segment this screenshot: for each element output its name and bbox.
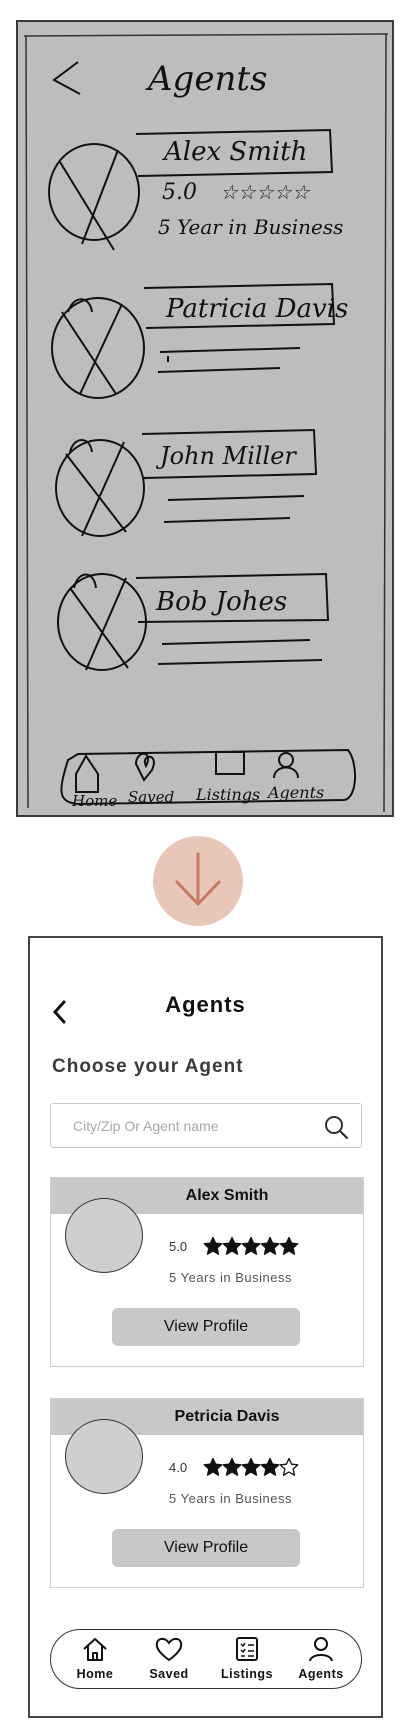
star-filled-icon <box>261 1457 280 1476</box>
sketch-nav-home: Home <box>71 792 117 810</box>
avatar <box>65 1198 143 1273</box>
rating-row: 5.0 <box>169 1236 299 1260</box>
agent-card: Alex Smith 5.0 5 Years in Business View … <box>50 1177 364 1367</box>
sketch-agent-1-stars: ☆☆☆☆☆ <box>220 180 311 204</box>
heart-icon <box>155 1637 183 1662</box>
star-filled-icon <box>280 1236 299 1255</box>
star-filled-icon <box>261 1236 280 1255</box>
arrow-circle <box>153 836 243 926</box>
search-input[interactable] <box>61 1104 301 1147</box>
page-title: Agents <box>165 992 246 1017</box>
star-empty-icon <box>280 1457 299 1476</box>
sketch-back-chevron-icon <box>52 61 81 95</box>
rating-value: 5.0 <box>169 1238 188 1254</box>
years-in-business: 5 Years in Business <box>169 1491 292 1506</box>
avatar <box>65 1419 143 1494</box>
bottom-nav: Home Saved Listings Agents <box>50 1629 362 1689</box>
view-profile-button[interactable]: View Profile <box>112 1308 300 1346</box>
star-rating <box>203 1236 299 1256</box>
nav-item-home[interactable]: Home <box>61 1634 129 1681</box>
sketch-agent-3-name: John Miller <box>155 442 297 470</box>
listings-icon <box>236 1637 258 1661</box>
arrow-down-icon <box>175 852 221 907</box>
agent-card: Petricia Davis 4.0 5 Years in Business V… <box>50 1398 364 1588</box>
star-filled-icon <box>204 1457 223 1476</box>
view-profile-button[interactable]: View Profile <box>112 1529 300 1567</box>
sketch-agent-1-years: 5 Year in Business <box>158 215 343 239</box>
sketch-agent-2-name: Patricia Davis <box>165 294 348 324</box>
star-filled-icon <box>242 1457 261 1476</box>
search-bar <box>50 1103 362 1148</box>
sketch-heart-icon <box>134 752 155 782</box>
sketch-title: Agents <box>145 59 267 99</box>
sketch-listings-icon <box>215 751 245 775</box>
star-filled-icon <box>204 1236 223 1255</box>
nav-label: Agents <box>298 1667 344 1681</box>
paper-sketch: Agents Alex Smith 5.0 ☆☆☆☆☆ 5 Year in Bu… <box>16 20 394 817</box>
star-rating <box>203 1457 299 1477</box>
home-icon <box>83 1638 107 1661</box>
nav-label: Saved <box>149 1667 189 1681</box>
search-icon[interactable] <box>323 1114 349 1140</box>
nav-item-agents[interactable]: Agents <box>287 1634 355 1681</box>
rating-value: 4.0 <box>169 1459 188 1475</box>
sketch-agent-1-rating: 5.0 <box>162 180 197 205</box>
star-filled-icon <box>223 1457 242 1476</box>
user-icon <box>309 1637 333 1662</box>
star-filled-icon <box>242 1236 261 1255</box>
star-filled-icon <box>223 1236 242 1255</box>
sketch-user-icon <box>278 752 294 768</box>
nav-item-listings[interactable]: Listings <box>213 1634 281 1681</box>
sketch-nav-agents: Agents <box>266 783 324 802</box>
nav-item-saved[interactable]: Saved <box>135 1634 203 1681</box>
nav-label: Listings <box>221 1667 273 1681</box>
sketch-nav-saved: Saved <box>128 788 174 806</box>
sketch-home-icon <box>75 754 99 793</box>
sketch-nav-listings: Listings <box>195 785 260 804</box>
sketch-drawing: Agents Alex Smith 5.0 ☆☆☆☆☆ 5 Year in Bu… <box>23 33 389 813</box>
nav-label: Home <box>76 1667 114 1681</box>
years-in-business: 5 Years in Business <box>169 1270 292 1285</box>
sketch-agent-1-name: Alex Smith <box>162 137 307 167</box>
section-title: Choose your Agent <box>52 1056 244 1077</box>
sketch-agent-4-name: Bob Johes <box>155 587 287 617</box>
rating-row: 4.0 <box>169 1457 299 1481</box>
phone-mockup: Agents Choose your Agent Alex Smith 5.0 … <box>28 936 383 1718</box>
